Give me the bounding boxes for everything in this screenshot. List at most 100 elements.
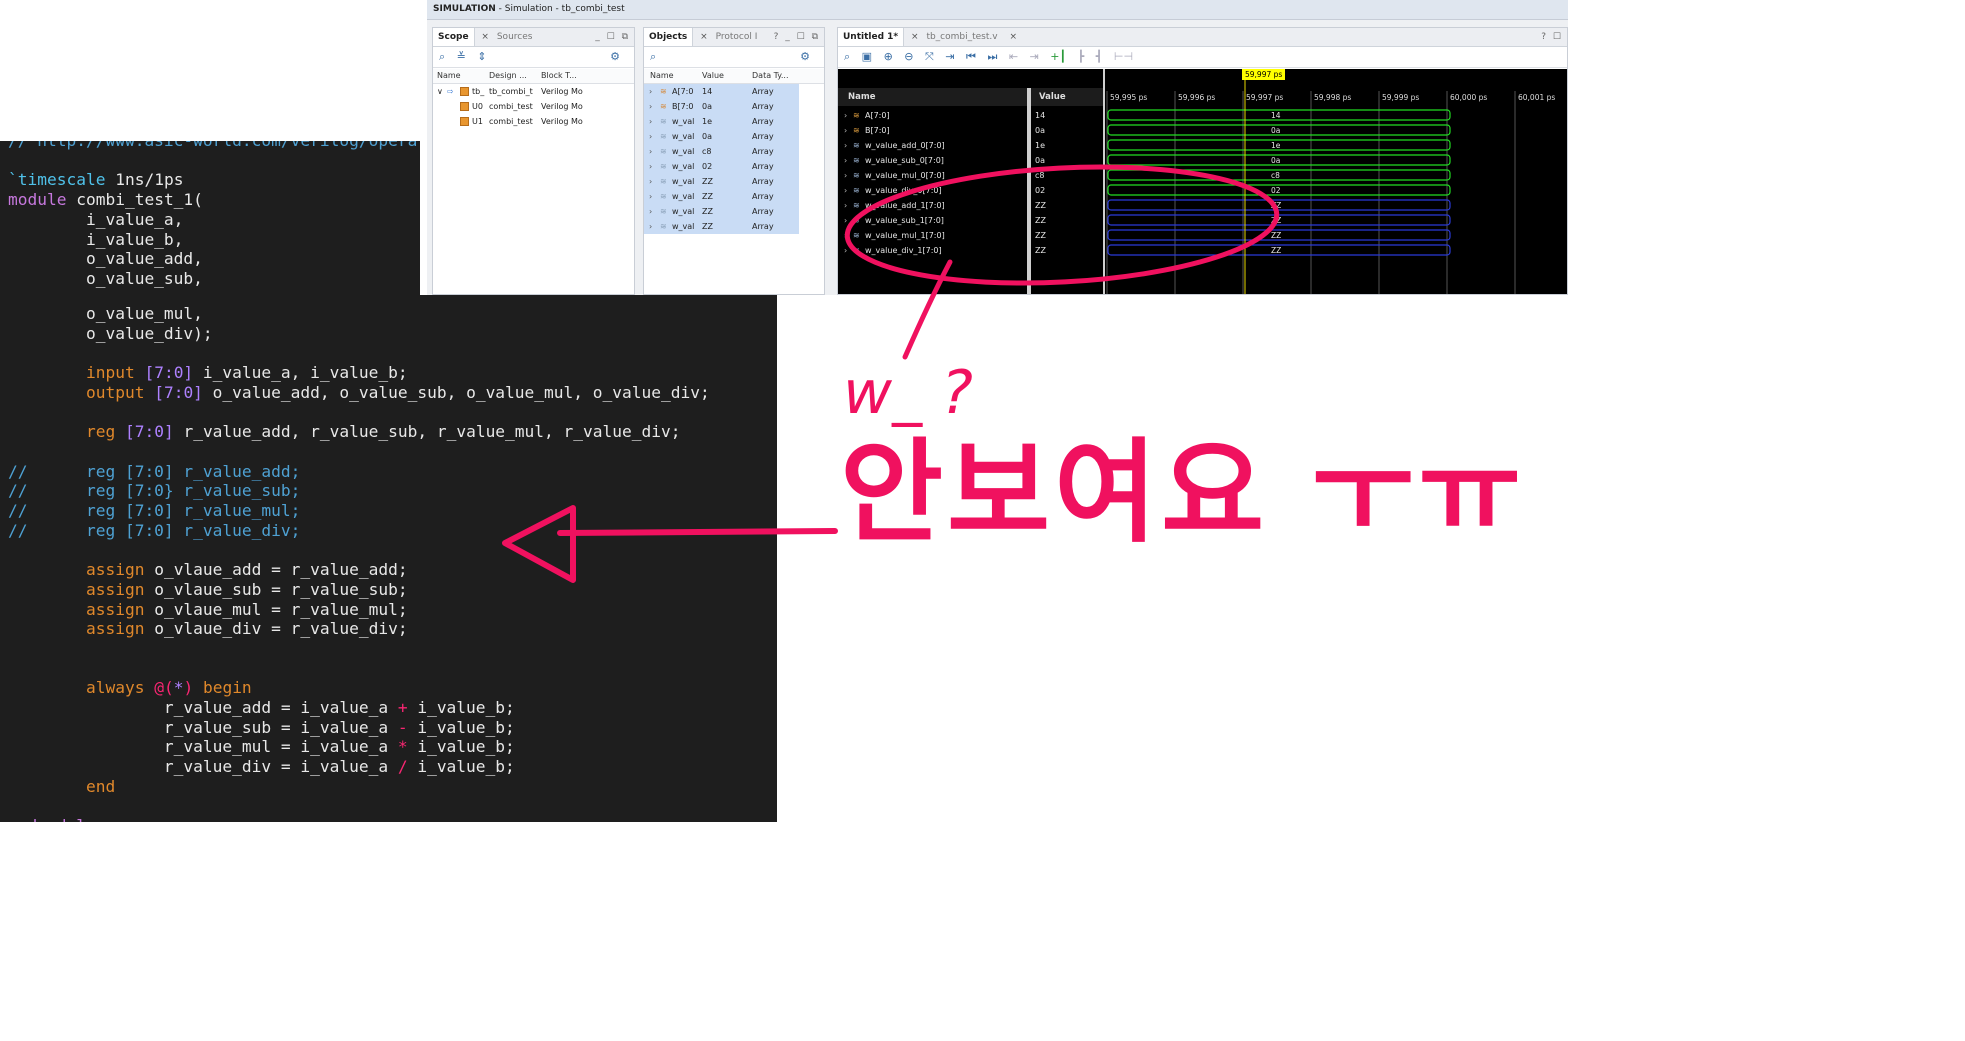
trace-value-label: ZZ [1271, 216, 1281, 225]
close-icon[interactable]: × [1009, 32, 1017, 42]
close-icon[interactable]: × [700, 32, 708, 42]
scope-tree-row[interactable]: ∨ ⇨ tb_ tb_combi_t Verilog Mo [433, 84, 634, 99]
add-marker-icon[interactable]: +┃ [1050, 47, 1066, 67]
close-icon[interactable]: × [481, 32, 489, 42]
panel-window-controls[interactable]: _ ☐ ⧉ [595, 28, 630, 46]
search-icon[interactable]: ⌕ [650, 47, 656, 67]
close-icon[interactable]: × [911, 32, 919, 42]
zoom-out-icon[interactable]: ⊖ [904, 47, 913, 67]
scope-design: tb_combi_t [489, 87, 533, 96]
object-row[interactable]: › ≋ w_val 1e Array [644, 114, 799, 129]
chevron-right-icon[interactable]: › [844, 198, 847, 213]
chevron-right-icon[interactable]: › [649, 189, 652, 204]
wave-signal-row[interactable]: › ≋ w_value_add_1[7:0] ZZ [838, 198, 1103, 213]
object-row[interactable]: › ≋ B[7:0 0a Array [644, 99, 799, 114]
column-design[interactable]: Design ... [489, 69, 527, 83]
code-line: always @(*) begin [85, 678, 252, 698]
tab-scope[interactable]: Scope [433, 28, 475, 46]
previous-marker-icon[interactable]: ┣ [1078, 47, 1085, 67]
name-column-header[interactable]: Name [838, 88, 1027, 106]
go-to-cursor-icon[interactable]: ⇥ [945, 47, 954, 67]
column-block-type[interactable]: Block T... [541, 69, 577, 83]
chevron-right-icon[interactable]: › [844, 168, 847, 183]
object-row[interactable]: › ≋ w_val ZZ Array [644, 204, 799, 219]
scope-name: U0 [472, 102, 483, 111]
previous-transition-icon[interactable]: ⇤ [1009, 47, 1018, 67]
scope-tree-row[interactable]: U1 combi_test Verilog Mo [433, 114, 634, 129]
vivado-simulation-window: SIMULATION - Simulation - tb_combi_test … [427, 0, 1568, 295]
wave-signal-row[interactable]: › ≋ w_value_mul_1[7:0] ZZ [838, 228, 1103, 243]
chevron-right-icon[interactable]: › [649, 114, 652, 129]
chevron-right-icon[interactable]: › [649, 99, 652, 114]
tab-untitled-1[interactable]: Untitled 1* [838, 28, 905, 46]
wave-signal-row[interactable]: › ≋ w_value_add_0[7:0] 1e [838, 138, 1103, 153]
column-data-type[interactable]: Data Ty... [752, 69, 789, 83]
chevron-right-icon[interactable]: › [649, 129, 652, 144]
zoom-fit-icon[interactable]: ⤧ [925, 47, 934, 67]
object-name: A[7:0 [672, 87, 694, 96]
search-icon[interactable]: ⌕ [844, 47, 850, 67]
object-row[interactable]: › ≋ A[7:0 14 Array [644, 84, 799, 99]
gear-icon[interactable]: ⚙ [800, 47, 810, 67]
chevron-right-icon[interactable]: › [844, 138, 847, 153]
object-data-type: Array [752, 87, 774, 96]
wave-signal-row[interactable]: › ≋ w_value_div_1[7:0] ZZ [838, 243, 1103, 258]
object-value: ZZ [702, 177, 713, 186]
chevron-right-icon[interactable]: › [844, 228, 847, 243]
chevron-right-icon[interactable]: › [844, 243, 847, 258]
column-name[interactable]: Name [437, 69, 461, 83]
chevron-right-icon[interactable]: › [844, 108, 847, 123]
next-transition-icon[interactable]: ⇥ [1030, 47, 1039, 67]
value-column-header[interactable]: Value [1031, 88, 1103, 106]
object-row[interactable]: › ≋ w_val c8 Array [644, 144, 799, 159]
tab-protocol-instances[interactable]: Protocol I [711, 28, 763, 46]
code-editor-main[interactable]: o_value_mul, o_value_div); input [7:0] i… [0, 295, 777, 822]
gear-icon[interactable]: ⚙ [610, 47, 620, 67]
wave-signal-row[interactable]: › ≋ A[7:0] 14 [838, 108, 1103, 123]
zoom-in-icon[interactable]: ⊕ [884, 47, 893, 67]
wave-signal-row[interactable]: › ≋ w_value_div_0[7:0] 02 [838, 183, 1103, 198]
scope-tree-row[interactable]: U0 combi_test Verilog Mo [433, 99, 634, 114]
wave-signal-value: ZZ [1035, 216, 1046, 225]
object-name: w_val [672, 177, 695, 186]
panel-window-controls[interactable]: ? ☐ [1541, 28, 1563, 46]
waveform-viewer[interactable]: Name Value › ≋ A[7:0] 14 › ≋ B[7:0] 0a › ≋ w_value… [838, 69, 1567, 295]
go-to-start-icon[interactable]: ⏮ [966, 47, 976, 67]
tab-sources[interactable]: Sources [492, 28, 538, 46]
tab-tb-combi-test-v[interactable]: tb_combi_test.v [921, 28, 1002, 46]
object-row[interactable]: › ≋ w_val ZZ Array [644, 189, 799, 204]
object-row[interactable]: › ≋ w_val 0a Array [644, 129, 799, 144]
save-icon[interactable]: ▣ [862, 47, 872, 67]
wave-signal-row[interactable]: › ≋ w_value_sub_0[7:0] 0a [838, 153, 1103, 168]
object-row[interactable]: › ≋ w_val ZZ Array [644, 219, 799, 234]
panel-window-controls[interactable]: ? _ ☐ ⧉ [774, 28, 820, 46]
wave-signal-row[interactable]: › ≋ w_value_sub_1[7:0] ZZ [838, 213, 1103, 228]
expand-chevron-icon[interactable]: ∨ [437, 84, 443, 99]
chevron-right-icon[interactable]: › [844, 123, 847, 138]
chevron-right-icon[interactable]: › [844, 153, 847, 168]
waveform-traces[interactable]: 14 0a 1e 0a c8 02 ZZ ZZ ZZ ZZ [1105, 69, 1566, 295]
chevron-right-icon[interactable]: › [649, 144, 652, 159]
code-editor-top[interactable]: // http://www.asic-world.com/verilog/ope… [0, 141, 420, 295]
collapse-all-icon[interactable]: ≚ [457, 47, 466, 67]
chevron-right-icon[interactable]: › [649, 219, 652, 234]
wave-signal-row[interactable]: › ≋ B[7:0] 0a [838, 123, 1103, 138]
next-marker-icon[interactable]: ┫ [1096, 47, 1103, 67]
chevron-right-icon[interactable]: › [649, 174, 652, 189]
object-row[interactable]: › ≋ w_val ZZ Array [644, 174, 799, 189]
chevron-right-icon[interactable]: › [844, 183, 847, 198]
tab-objects[interactable]: Objects [644, 28, 694, 46]
search-icon[interactable]: ⌕ [439, 47, 445, 67]
chevron-right-icon[interactable]: › [844, 213, 847, 228]
chevron-right-icon[interactable]: › [649, 159, 652, 174]
object-name: w_val [672, 192, 695, 201]
column-value[interactable]: Value [702, 69, 724, 83]
wave-signal-row[interactable]: › ≋ w_value_mul_0[7:0] c8 [838, 168, 1103, 183]
go-to-end-icon[interactable]: ⏭ [987, 47, 997, 67]
expand-all-icon[interactable]: ⇕ [477, 47, 486, 67]
chevron-right-icon[interactable]: › [649, 204, 652, 219]
column-name[interactable]: Name [650, 69, 674, 83]
object-row[interactable]: › ≋ w_val 02 Array [644, 159, 799, 174]
swap-cursors-icon[interactable]: ⊢⊣ [1114, 47, 1133, 67]
chevron-right-icon[interactable]: › [649, 84, 652, 99]
